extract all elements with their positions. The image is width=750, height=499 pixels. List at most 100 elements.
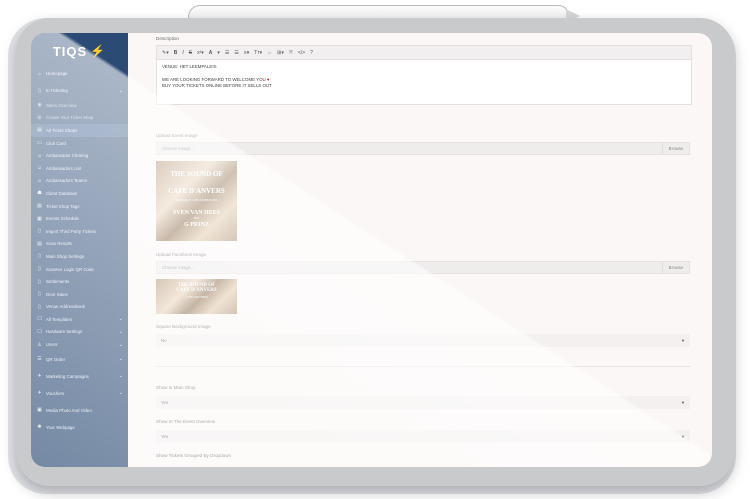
link-icon[interactable]: ⇔ — [267, 50, 272, 56]
sidebar-item-ambassadors-list[interactable]: ☺ Ambassadors List — [31, 162, 128, 175]
sidebar-item-settlements[interactable]: ▯ Settlements — [31, 275, 128, 288]
align-icon[interactable]: ≡▾ — [244, 50, 249, 56]
sidebar-item-marketing-campaigns[interactable]: ✈ Marketing Campaigns ⌄ — [31, 368, 128, 385]
sidebar-item-homepage[interactable]: ⌂ Homepage — [31, 65, 128, 82]
poster-text: CAFE D'ANVERS — [168, 187, 225, 195]
sidebar-item-sales-overview[interactable]: ◉ Sales Overview — [31, 99, 128, 112]
chevron-down-icon: ⌄ — [118, 390, 123, 397]
plus-square-icon: ⊞ — [37, 114, 42, 121]
browse-button[interactable]: Browse — [662, 143, 689, 154]
sidebar-item-door-sales[interactable]: ▯ Door Sales — [31, 288, 128, 301]
document-icon: ▯ — [38, 278, 41, 285]
upload-event-image-input[interactable]: Choose image... Browse — [156, 142, 690, 155]
sidebar-item-all-ticket-shops[interactable]: ▤ All Ticket Shops — [31, 124, 128, 137]
tag-icon: ▤ — [37, 203, 42, 210]
poster-text: SVEN VAN HEES — [185, 295, 208, 299]
superscript-icon[interactable]: x²▾ — [197, 50, 204, 56]
sidebar-item-ambassadors-teams[interactable]: ☺ Ambassadors Teams — [31, 175, 128, 188]
door-icon: ▯ — [38, 291, 41, 298]
section-divider — [156, 366, 690, 367]
sidebar-nav: ⌂ Homepage ▯ E-Ticketing ⌄ ◉ Sales Overview … — [31, 65, 128, 436]
import-icon: ▯ — [38, 228, 41, 235]
sidebar-item-users[interactable]: ♙ Users ⌄ — [31, 338, 128, 351]
sidebar-item-label: Media Photo And Video — [46, 407, 92, 413]
code-view-icon[interactable]: </> — [298, 50, 305, 56]
sidebar-item-ticket-shop-tags[interactable]: ▤ Ticket Shop Tags — [31, 200, 128, 213]
sidebar-item-label: All Templates — [46, 316, 73, 322]
font-color-icon[interactable]: A — [209, 50, 213, 56]
editor-body[interactable]: VENUE: HET LEEMPALEIS WE ARE LOOKING FOR… — [157, 60, 691, 94]
upload-event-image-label: Upload Event Image — [156, 133, 198, 138]
poster-text: G PRINZ — [184, 222, 209, 228]
show-event-overview-label: Show In The Event Overview — [156, 419, 216, 424]
card-icon: ▭ — [37, 140, 42, 147]
hardware-icon: ☐ — [37, 328, 42, 335]
sidebar-item-your-webpage[interactable]: ✺ Your Webpage — [31, 419, 128, 436]
sidebar-item-ambassador-clearing[interactable]: ☺ Ambassador Clearing — [31, 149, 128, 162]
select-value: Yes — [161, 434, 169, 439]
sidebar-item-label: Create Your Ticket Shop — [46, 115, 94, 121]
tiqs-logo[interactable]: TIQS ⚡ — [31, 37, 128, 65]
help-icon[interactable]: ? — [310, 50, 313, 56]
sidebar-item-label: Venue Addressbook — [46, 304, 86, 310]
editor-line-text: WE ARE LOOKING FORWARD TO WELCOME YOU — [162, 76, 266, 82]
sidebar-item-label: Door Sales — [46, 291, 68, 297]
sidebar-item-label: Scan Results — [46, 241, 72, 247]
database-icon: ☗ — [37, 190, 42, 197]
sidebar-item-label: Homepage — [46, 71, 68, 76]
sidebar-item-qr-order[interactable]: ☰ QR Order ⌄ — [31, 351, 128, 368]
caret-down-icon: ▼ — [681, 338, 685, 343]
chevron-down-icon: ⌄ — [118, 87, 123, 94]
facebook-image-preview: THE SOUND OF CAFE D'ANVERS SVEN VAN HEES — [156, 279, 237, 314]
square-background-select[interactable]: No ▼ — [156, 334, 690, 347]
sidebar-item-vouchers[interactable]: ✈ Vouchers ⌄ — [31, 385, 128, 402]
style-tool-icon[interactable]: ✎▾ — [162, 50, 169, 56]
poster-text: THE SOUND OF — [170, 170, 223, 178]
sidebar-item-hardware-settings[interactable]: ☐ Hardware Settings ⌄ — [31, 326, 128, 339]
settings-icon: ▯ — [38, 253, 41, 260]
sidebar-item-label: Ticket Shop Tags — [46, 203, 80, 209]
sidebar-item-main-shop-settings[interactable]: ▯ Main Shop Settings — [31, 250, 128, 263]
color-dropdown-icon[interactable]: ▾ — [217, 50, 220, 56]
template-icon: ☐ — [37, 316, 42, 323]
strikethrough-icon[interactable]: S — [189, 50, 192, 56]
sidebar-item-scan-results[interactable]: ▤ Scan Results — [31, 238, 128, 251]
sidebar-item-media[interactable]: ▣ Media Photo And Video — [31, 402, 128, 419]
sidebar-item-label: Marketing Campaigns — [46, 373, 89, 379]
sidebar-item-venue-addressbook[interactable]: ▯ Venue Addressbook — [31, 301, 128, 314]
description-label: Description — [156, 36, 179, 41]
sidebar-item-create-ticket-shop[interactable]: ⊞ Create Your Ticket Shop — [31, 112, 128, 125]
logo-text: TIQS — [52, 43, 88, 59]
show-event-overview-select[interactable]: Yes ▼ — [156, 430, 690, 443]
sidebar-item-scanner-login-qr[interactable]: ▯ Scanner Login QR Code — [31, 263, 128, 276]
upload-facebook-image-input[interactable]: Choose image... Browse — [156, 261, 690, 274]
ordered-list-icon[interactable]: ☰ — [234, 50, 238, 56]
unordered-list-icon[interactable]: ☰ — [225, 50, 229, 56]
fullscreen-icon[interactable]: ⤧ — [289, 50, 293, 56]
sidebar-item-all-templates[interactable]: ☐ All Templates ⌄ — [31, 313, 128, 326]
file-input-placeholder: Choose image... — [162, 265, 194, 270]
user-icon: ☺ — [36, 152, 43, 159]
sidebar-item-label: Ambassadors List — [46, 165, 81, 171]
sidebar-item-club-card[interactable]: ▭ Club Card — [31, 137, 128, 150]
italic-icon[interactable]: I — [182, 50, 183, 56]
sidebar-item-label: Your Webpage — [46, 424, 75, 430]
sidebar-item-events-schedule[interactable]: ▦ Events Schedule — [31, 212, 128, 225]
megaphone-icon: ✈ — [37, 373, 42, 380]
sidebar-item-label: Hardware Settings — [46, 329, 83, 335]
poster-text: SATURDAY 1 DECEMBER 2023 — [175, 198, 218, 202]
table-icon[interactable]: ⊞▾ — [277, 50, 284, 56]
show-main-shop-select[interactable]: Yes ▼ — [156, 396, 690, 409]
sidebar-item-import-tickets[interactable]: ▯ Import Third Party Tickets — [31, 225, 128, 238]
upload-facebook-image-label: Upload Facebook Image — [156, 252, 207, 257]
voucher-icon: ✈ — [37, 390, 42, 397]
sidebar-item-client-database[interactable]: ☗ Client Database — [31, 187, 128, 200]
font-size-icon[interactable]: Tт▾ — [254, 50, 262, 56]
description-editor[interactable]: ✎▾ B I S x²▾ A ▾ ☰ ☰ ≡▾ Tт▾ ⇔ ⊞▾ ⤧ </> ?… — [156, 45, 692, 105]
sidebar-item-label: E-Ticketing — [46, 88, 68, 93]
bold-icon[interactable]: B — [174, 50, 178, 56]
sidebar-item-label: Ambassador Clearing — [46, 153, 89, 159]
select-value: No — [161, 338, 167, 343]
sidebar-item-e-ticketing[interactable]: ▯ E-Ticketing ⌄ — [31, 82, 128, 99]
browse-button[interactable]: Browse — [662, 262, 689, 273]
